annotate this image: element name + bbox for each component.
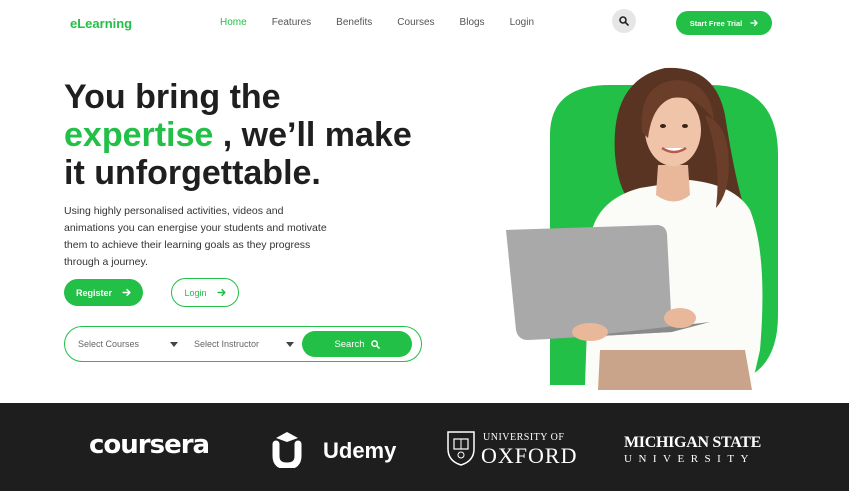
hero-illustration xyxy=(506,67,778,390)
select-courses-value: Select Courses xyxy=(78,339,140,349)
hero-headline: You bring the expertise , we’ll make it … xyxy=(64,78,484,192)
hero-description: Using highly personalised activities, vi… xyxy=(64,205,327,268)
arrow-right-icon xyxy=(122,288,131,297)
udemy-logo: Udemy xyxy=(323,438,397,463)
headline-line2: , we’ll make xyxy=(213,116,412,154)
partners-band: coursera Udemy UNIVERSITY OF OXFORD MICH… xyxy=(0,403,849,491)
trial-label: Start Free Trial xyxy=(689,18,743,28)
site-logo[interactable]: eLearning xyxy=(70,16,132,31)
headline-accent: expertise xyxy=(64,116,214,154)
select-instructor-value: Select Instructor xyxy=(194,339,260,349)
select-courses-dropdown[interactable]: Select Courses xyxy=(78,327,178,361)
msu-logo-bottom: UNIVERSITY xyxy=(624,453,755,465)
oxford-logo-top: UNIVERSITY OF xyxy=(483,432,565,443)
caret-down-icon xyxy=(170,342,178,347)
arrow-right-icon xyxy=(750,19,758,27)
header-search-button[interactable] xyxy=(612,9,636,33)
select-instructor-dropdown[interactable]: Select Instructor xyxy=(194,327,294,361)
msu-logo-top: MICHIGAN STATE xyxy=(624,434,762,451)
udemy-mark-icon xyxy=(272,432,302,468)
nav-benefits[interactable]: Benefits xyxy=(336,17,372,28)
search-icon xyxy=(619,16,629,26)
nav-home[interactable]: Home xyxy=(220,17,247,28)
search-button-label: Search xyxy=(334,338,365,350)
headline-line1: You bring the xyxy=(64,78,281,116)
register-button[interactable]: Register xyxy=(64,279,143,306)
headline-line3: it unforgettable. xyxy=(64,154,321,192)
login-label: Login xyxy=(184,287,207,298)
oxford-crest-icon xyxy=(447,431,475,466)
start-free-trial-button[interactable]: Start Free Trial xyxy=(676,11,772,35)
oxford-logo-main: OXFORD xyxy=(481,443,578,468)
register-label: Register xyxy=(75,287,112,298)
course-search-bar: Select Courses Select Instructor Search xyxy=(64,326,422,362)
nav-blogs[interactable]: Blogs xyxy=(460,17,485,28)
caret-down-icon xyxy=(286,342,294,347)
nav-courses[interactable]: Courses xyxy=(397,17,434,28)
search-button[interactable]: Search xyxy=(302,331,412,357)
login-button[interactable]: Login xyxy=(171,278,239,307)
search-icon xyxy=(370,339,380,349)
nav-login[interactable]: Login xyxy=(510,17,534,28)
arrow-right-icon xyxy=(216,288,226,297)
nav-features[interactable]: Features xyxy=(272,17,311,28)
coursera-logo: coursera xyxy=(89,430,210,460)
main-nav: Home Features Benefits Courses Blogs Log… xyxy=(220,17,534,28)
